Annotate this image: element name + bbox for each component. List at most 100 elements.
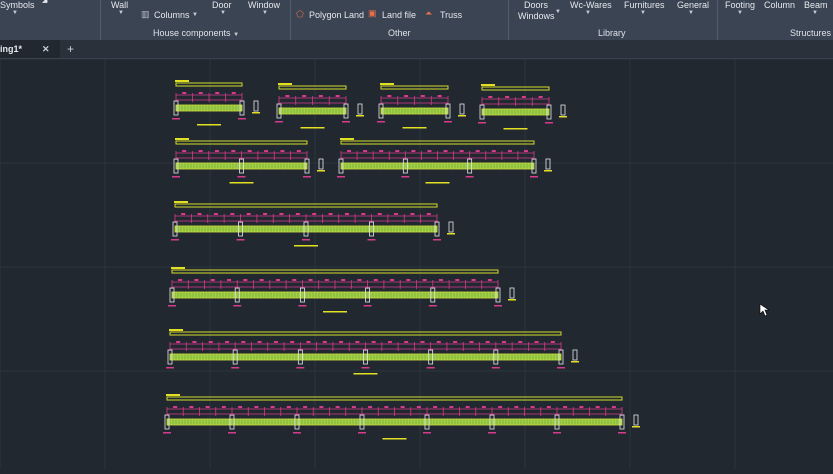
dimension-text (328, 213, 333, 215)
beam-title-label (175, 138, 189, 140)
support-label (233, 305, 242, 307)
beam-title-label (171, 267, 185, 269)
beam-dropdown-icon[interactable]: ▼ (812, 10, 818, 16)
general-dropdown-icon[interactable]: ▼ (688, 10, 694, 16)
section-label (508, 299, 516, 301)
dimension-text (339, 341, 344, 343)
dimension-text (347, 150, 352, 152)
footing-dropdown-icon[interactable]: ▼ (737, 10, 743, 16)
beam-body (169, 353, 562, 361)
beam-caption (323, 311, 347, 313)
dimension-text (303, 406, 308, 408)
support-label (172, 118, 180, 120)
close-icon[interactable]: ✕ (42, 44, 50, 55)
dimension-text (241, 341, 246, 343)
dimension-text (530, 406, 535, 408)
dimension-text (275, 279, 280, 281)
dimension-text (312, 213, 317, 215)
dimension-text (387, 95, 392, 97)
truss-button[interactable]: Truss (440, 10, 462, 20)
library-group: Library (598, 28, 626, 38)
dimension-text (373, 279, 378, 281)
dimension-text (379, 150, 384, 152)
beam-title-label (380, 83, 394, 85)
wc-wares-button[interactable]: Wc-Wares (570, 0, 612, 10)
support-label (553, 432, 561, 434)
doors-windows-dropdown-icon[interactable]: ▼ (555, 9, 561, 15)
support-label (401, 176, 410, 178)
dimension-text (436, 341, 441, 343)
dimension-text (501, 341, 506, 343)
wall-dropdown-icon[interactable]: ▼ (118, 10, 124, 16)
beam-title-bar (174, 203, 438, 208)
dimension-text (455, 279, 460, 281)
window-button[interactable]: Window (248, 0, 280, 10)
support-label (433, 239, 441, 241)
door-dropdown-icon[interactable]: ▼ (220, 10, 226, 16)
door-button[interactable]: Door (212, 0, 232, 10)
dimension-text (246, 213, 251, 215)
dimension-text (231, 150, 236, 152)
dimension-text (357, 279, 362, 281)
dimension-text (290, 341, 295, 343)
dimension-text (363, 150, 368, 152)
furnitures-dropdown-icon[interactable]: ▼ (640, 10, 646, 16)
dimension-text (264, 150, 269, 152)
general-button[interactable]: General (677, 0, 709, 10)
support-label (337, 176, 345, 178)
dimension-text (523, 150, 528, 152)
dimension-text (491, 150, 496, 152)
support-label (377, 121, 385, 123)
land-file-button[interactable]: Land file (382, 10, 416, 20)
support-label (296, 367, 305, 369)
window-dropdown-icon[interactable]: ▼ (262, 10, 268, 16)
dimension-text (611, 406, 616, 408)
beam-title-label (278, 83, 292, 85)
beam-caption (294, 245, 318, 247)
new-tab-button[interactable]: + (67, 42, 74, 56)
tab-label: ing1* (0, 44, 23, 54)
drawing-canvas[interactable] (0, 58, 833, 469)
symbols-dropdown-icon[interactable]: ▼ (12, 10, 18, 16)
symbols-button[interactable]: Symbols (0, 0, 35, 10)
support-label (358, 432, 366, 434)
beam-title-label (174, 201, 188, 203)
dimension-text (404, 341, 409, 343)
dimension-text (292, 279, 297, 281)
dimension-text (344, 213, 349, 215)
dimension-text (335, 406, 340, 408)
beam-title-bar (171, 269, 499, 274)
beam-title-bar (175, 82, 243, 87)
tab-drawing1[interactable]: ing1* ✕ (0, 40, 60, 58)
house-components-group[interactable]: House components ▼ (153, 28, 239, 38)
section-mark (448, 221, 454, 233)
dimension-text (198, 150, 203, 152)
wall-button[interactable]: Wall (111, 0, 128, 10)
section-mark (357, 103, 363, 115)
columns-dropdown-icon[interactable]: ▼ (192, 12, 198, 18)
beam-button[interactable]: Beam (804, 0, 828, 10)
support-label (494, 305, 502, 307)
dimension-text (368, 406, 373, 408)
footing-button[interactable]: Footing (725, 0, 755, 10)
wc-wares-dropdown-icon[interactable]: ▼ (585, 10, 591, 16)
section-mark (560, 104, 566, 116)
beam-title-bar (169, 331, 562, 336)
support-label (545, 122, 553, 124)
furnitures-button[interactable]: Furnitures (624, 0, 665, 10)
dimension-text (487, 279, 492, 281)
cad-drawing[interactable] (0, 58, 833, 469)
column-button[interactable]: Column (764, 0, 795, 10)
columns-button[interactable]: Columns (154, 10, 190, 20)
polygon-land-button[interactable]: Polygon Land (309, 10, 364, 20)
doors-windows-button[interactable]: Doors (524, 0, 548, 10)
support-label (172, 176, 180, 178)
beam-caption (382, 438, 407, 440)
dimension-text (459, 150, 464, 152)
support-label (342, 121, 350, 123)
dimension-text (270, 406, 275, 408)
dimension-text (182, 150, 187, 152)
dimension-text (259, 279, 264, 281)
section-mark (572, 349, 578, 361)
support-label (444, 121, 452, 123)
